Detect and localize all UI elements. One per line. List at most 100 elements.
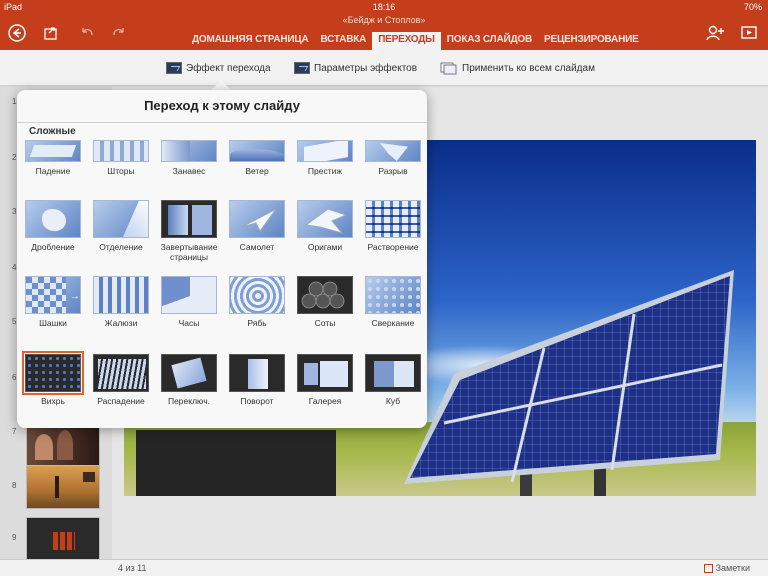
- transition-label: Растворение: [367, 242, 419, 252]
- effect-options-label: Параметры эффектов: [314, 62, 418, 74]
- back-button[interactable]: [6, 22, 28, 44]
- slide-thumbnail[interactable]: [26, 423, 100, 467]
- tab-insert[interactable]: ВСТАВКА: [315, 32, 373, 50]
- transition-thumbnail: [365, 354, 421, 392]
- transition-fall-over[interactable]: Падение: [19, 140, 87, 176]
- transition-label: Завертывание страницы: [160, 242, 218, 262]
- transition-thumbnail: [25, 140, 81, 162]
- transition-wind[interactable]: Ветер: [223, 140, 291, 176]
- transition-thumbnail: [297, 200, 353, 238]
- thumb-number: 5: [12, 317, 17, 326]
- paper-plane-icon: [241, 208, 277, 232]
- transition-page-curl[interactable]: Завертывание страницы: [155, 200, 223, 262]
- add-person-button[interactable]: [704, 22, 726, 44]
- transition-label: Жалюзи: [104, 318, 138, 328]
- transition-label: Самолет: [239, 242, 275, 252]
- slide-thumbnail[interactable]: [26, 465, 100, 509]
- transition-thumbnail: [161, 200, 217, 238]
- transition-thumbnail: [161, 140, 217, 162]
- transition-label: Соты: [314, 318, 336, 328]
- clock: 18:16: [372, 2, 396, 12]
- tab-review[interactable]: РЕЦЕНЗИРОВАНИЕ: [538, 32, 645, 50]
- back-arrow-icon: [8, 24, 26, 42]
- tab-slideshow[interactable]: ПОКАЗ СЛАЙДОВ: [441, 32, 538, 50]
- transition-clock[interactable]: Часы: [155, 276, 223, 328]
- transition-label: Часы: [178, 318, 200, 328]
- transition-label: Отделение: [99, 242, 143, 252]
- undo-icon: [82, 28, 93, 36]
- transition-thumbnail: [229, 140, 285, 162]
- transition-vortex[interactable]: Вихрь: [19, 351, 87, 406]
- thumb-number: 6: [12, 373, 17, 382]
- transition-thumbnail: [25, 200, 81, 238]
- transition-gallery-popover: Переход к этому слайду Сложные Падение Ш…: [17, 90, 427, 428]
- present-icon: [741, 26, 757, 39]
- transition-thumbnail: [297, 276, 353, 314]
- honeycomb-icon: [301, 281, 345, 309]
- transition-thumbnail: [161, 354, 217, 392]
- transition-fracture[interactable]: Разрыв: [359, 140, 427, 176]
- present-button[interactable]: [738, 22, 760, 44]
- tab-transitions[interactable]: ПЕРЕХОДЫ: [372, 32, 441, 50]
- transition-crush[interactable]: Дробление: [19, 200, 87, 252]
- transition-glitter[interactable]: Сверкание: [359, 276, 427, 328]
- transition-label: Распадение: [97, 396, 145, 406]
- thumb-number: 1: [12, 97, 17, 106]
- divider: [17, 122, 427, 123]
- slide-thumbnail[interactable]: [26, 517, 100, 561]
- transition-flip[interactable]: Поворот: [223, 354, 291, 406]
- transition-ripple[interactable]: Рябь: [223, 276, 291, 328]
- transition-blinds[interactable]: Жалюзи: [87, 276, 155, 328]
- transition-checkerboard[interactable]: → Шашки: [19, 276, 87, 328]
- transition-effect-button[interactable]: Эффект перехода: [166, 60, 271, 76]
- battery-level: 70%: [743, 2, 762, 12]
- transition-drape[interactable]: Шторы: [87, 140, 155, 176]
- transition-origami[interactable]: Оригами: [291, 200, 359, 252]
- transition-peel-off[interactable]: Отделение: [87, 200, 155, 252]
- notes-button[interactable]: Заметки: [703, 563, 750, 573]
- transition-dissolve[interactable]: Растворение: [359, 200, 427, 252]
- redo-icon: [113, 28, 124, 36]
- effect-options-button[interactable]: Параметры эффектов: [294, 60, 417, 76]
- transition-curtains[interactable]: Занавес: [155, 140, 223, 176]
- transition-thumbnail: [365, 200, 421, 238]
- arrow-right-icon: →: [70, 291, 80, 302]
- transition-cube[interactable]: Куб: [359, 354, 427, 406]
- transition-label: Занавес: [172, 166, 206, 176]
- transition-label: Галерея: [308, 396, 342, 406]
- transition-thumbnail: [161, 276, 217, 314]
- notes-icon: [703, 563, 713, 573]
- transition-airplane[interactable]: Самолет: [223, 200, 291, 252]
- transition-prestige[interactable]: Престиж: [291, 140, 359, 176]
- transition-thumbnail: [93, 354, 149, 392]
- origami-icon: [304, 208, 348, 234]
- share-button[interactable]: [40, 22, 62, 44]
- redo-button[interactable]: [108, 22, 130, 44]
- transition-thumbnail: [365, 140, 421, 162]
- section-label: Сложные: [29, 126, 76, 137]
- transition-label: Шашки: [39, 318, 67, 328]
- popover-title: Переход к этому слайду: [144, 98, 300, 113]
- transition-label: Куб: [385, 396, 401, 406]
- apply-to-all-button[interactable]: Применить ко всем слайдам: [440, 60, 595, 76]
- notes-label: Заметки: [715, 563, 750, 573]
- transition-thumbnail: [297, 140, 353, 162]
- transition-label: Дробление: [31, 242, 75, 252]
- transition-switch[interactable]: Переключ.: [155, 354, 223, 406]
- transition-thumbnail: [297, 354, 353, 392]
- undo-button[interactable]: [76, 22, 98, 44]
- transition-gallery[interactable]: Галерея: [291, 354, 359, 406]
- status-bar: iPad 18:16 70%: [0, 0, 768, 14]
- transition-thumbnail: [22, 351, 84, 395]
- tab-home[interactable]: ДОМАШНЯЯ СТРАНИЦА: [186, 32, 315, 50]
- ribbon-header: «Бейдж и Стоплов» ДОМАШНЯЯ СТРАНИЦА ВСТА…: [0, 14, 768, 50]
- transition-label: Вихрь: [41, 396, 65, 406]
- transition-thumbnail: [229, 200, 285, 238]
- thumb-number: 3: [12, 207, 17, 216]
- transition-honeycomb[interactable]: Соты: [291, 276, 359, 328]
- transition-label: Шторы: [107, 166, 135, 176]
- transition-label: Ветер: [245, 166, 269, 176]
- slide-counter: 4 из 11: [118, 563, 147, 573]
- transition-shred[interactable]: Распадение: [87, 354, 155, 406]
- ribbon-tabs: ДОМАШНЯЯ СТРАНИЦА ВСТАВКА ПЕРЕХОДЫ ПОКАЗ…: [186, 32, 645, 50]
